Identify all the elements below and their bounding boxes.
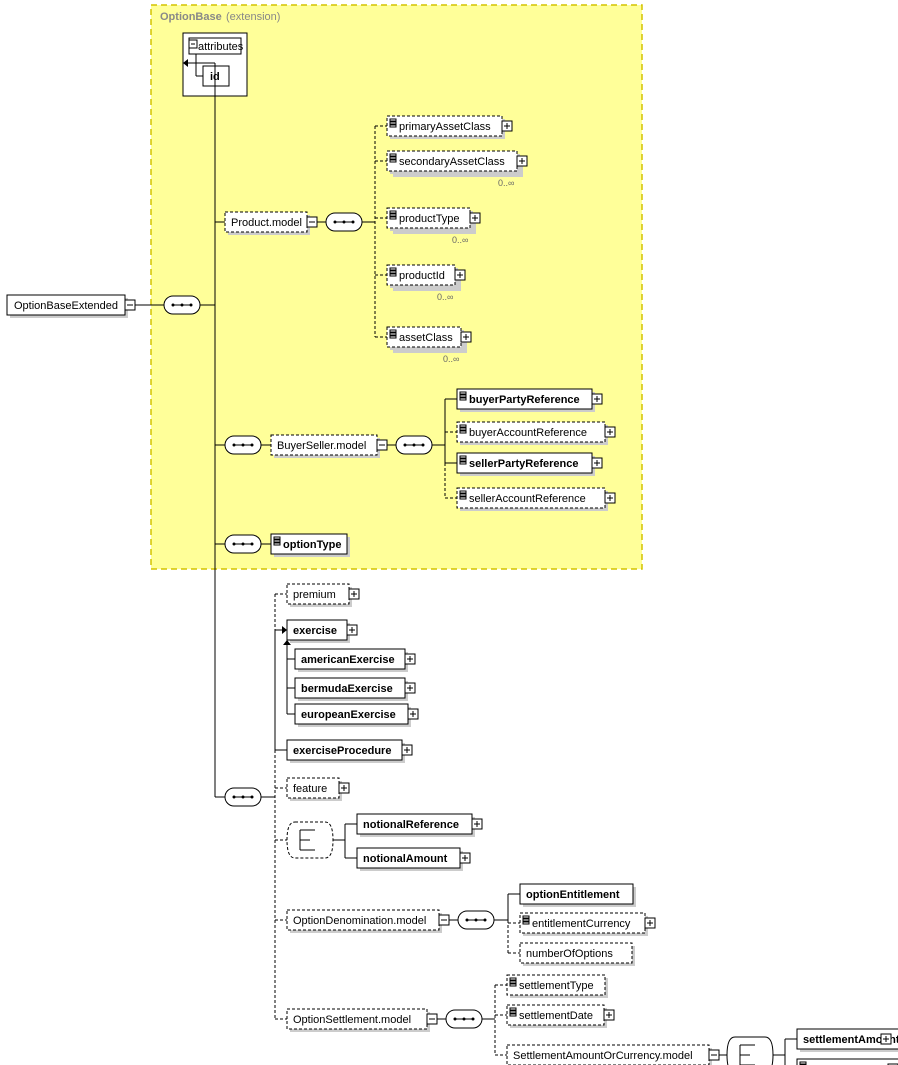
seq-bs1 (225, 436, 261, 454)
buyerAccountReference: buyerAccountReference (457, 422, 615, 445)
bermudaExercise: bermudaExercise (295, 678, 415, 701)
seq-main (164, 296, 200, 314)
entitlementCurrency: entitlementCurrency (520, 913, 655, 936)
svg-text:entitlementCurrency: entitlementCurrency (532, 918, 631, 930)
svg-text:sellerPartyReference: sellerPartyReference (469, 458, 578, 470)
svg-text:BuyerSeller.model: BuyerSeller.model (277, 440, 366, 452)
seq-bs2 (396, 436, 432, 454)
svg-text:OptionDenomination.model: OptionDenomination.model (293, 915, 426, 927)
option-denomination-model: OptionDenomination.model (287, 910, 449, 933)
settlementAmount: settlementAmount (797, 1029, 898, 1052)
svg-text:Product.model: Product.model (231, 217, 302, 229)
svg-text:productId: productId (399, 270, 445, 282)
product-model: Product.model (225, 212, 317, 235)
americanExercise: americanExercise (295, 649, 415, 672)
svg-text:productType: productType (399, 213, 460, 225)
svg-text:attributes: attributes (198, 41, 244, 53)
root-element: OptionBaseExtended (7, 295, 135, 318)
optionEntitlement: optionEntitlement (520, 884, 636, 907)
svg-text:SettlementAmountOrCurrency.mod: SettlementAmountOrCurrency.model (513, 1050, 693, 1062)
notionalAmount: notionalAmount (357, 848, 470, 871)
exercise: exercise (287, 620, 357, 643)
seq-product (326, 213, 362, 231)
svg-text:notionalAmount: notionalAmount (363, 853, 448, 865)
svg-text:OptionSettlement.model: OptionSettlement.model (293, 1014, 411, 1026)
choice-sac (727, 1037, 773, 1065)
svg-text:premium: premium (293, 589, 336, 601)
europeanExercise: europeanExercise (295, 704, 418, 727)
extension-note: (extension) (226, 11, 280, 23)
svg-text:notionalReference: notionalReference (363, 819, 459, 831)
svg-text:europeanExercise: europeanExercise (301, 709, 396, 721)
notionalReference: notionalReference (357, 814, 482, 837)
svg-text:americanExercise: americanExercise (301, 654, 395, 666)
svg-text:settlementDate: settlementDate (519, 1010, 593, 1022)
svg-text:0..∞: 0..∞ (452, 235, 468, 245)
seq-ot (225, 535, 261, 553)
exerciseProcedure: exerciseProcedure (287, 740, 412, 763)
optionType: optionType (271, 534, 350, 557)
settlementType: settlementType (507, 975, 608, 998)
feature: feature (287, 778, 349, 801)
svg-text:optionType: optionType (283, 539, 341, 551)
svg-text:0..∞: 0..∞ (443, 354, 459, 364)
svg-text:bermudaExercise: bermudaExercise (301, 683, 393, 695)
settlementDate: settlementDate (507, 1005, 614, 1028)
svg-text:sellerAccountReference: sellerAccountReference (469, 493, 586, 505)
seq-settle (446, 1010, 482, 1028)
sac-model: SettlementAmountOrCurrency.model (507, 1045, 719, 1065)
svg-text:feature: feature (293, 783, 327, 795)
svg-text:buyerAccountReference: buyerAccountReference (469, 427, 587, 439)
buyerseller-model: BuyerSeller.model (271, 435, 387, 458)
option-settlement-model: OptionSettlement.model (287, 1009, 437, 1032)
svg-text:0..∞: 0..∞ (437, 292, 453, 302)
extension-title: OptionBase (160, 11, 222, 23)
svg-text:primaryAssetClass: primaryAssetClass (399, 121, 491, 133)
choice-notional (287, 822, 333, 858)
seq-denom (458, 911, 494, 929)
premium: premium (287, 584, 359, 607)
svg-text:settlementType: settlementType (519, 980, 594, 992)
svg-text:exerciseProcedure: exerciseProcedure (293, 745, 391, 757)
svg-text:optionEntitlement: optionEntitlement (526, 889, 620, 901)
sellerAccountReference: sellerAccountReference (457, 488, 615, 511)
sellerPartyReference: sellerPartyReference (457, 453, 602, 476)
svg-text:buyerPartyReference: buyerPartyReference (469, 394, 580, 406)
svg-text:secondaryAssetClass: secondaryAssetClass (399, 156, 505, 168)
buyerPartyReference: buyerPartyReference (457, 389, 602, 412)
svg-text:0..∞: 0..∞ (498, 178, 514, 188)
svg-text:numberOfOptions: numberOfOptions (526, 948, 613, 960)
svg-text:exercise: exercise (293, 625, 337, 637)
primaryAssetClass: primaryAssetClass (387, 116, 512, 139)
svg-text:assetClass: assetClass (399, 332, 453, 344)
numberOfOptions: numberOfOptions (520, 943, 635, 966)
seq-lower (225, 788, 261, 806)
settlementCurrency: settlementCurrency (797, 1059, 898, 1065)
svg-text:OptionBaseExtended: OptionBaseExtended (14, 300, 118, 312)
